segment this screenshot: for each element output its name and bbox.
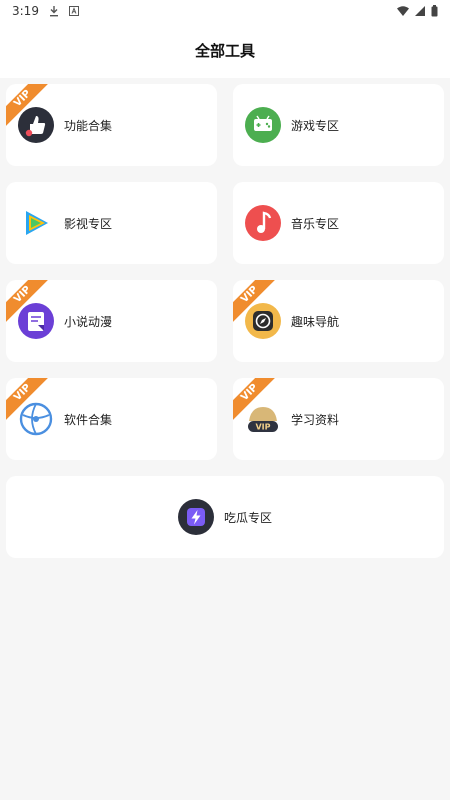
page-header: 全部工具 bbox=[0, 22, 450, 78]
tool-label: 功能合集 bbox=[64, 118, 113, 133]
vip-badge: VIP bbox=[6, 280, 52, 326]
tool-card-software[interactable]: VIP 软件合集 bbox=[6, 378, 217, 460]
download-icon bbox=[49, 6, 58, 17]
video-play-icon bbox=[26, 211, 48, 235]
tool-card-gossip[interactable]: 吃瓜专区 bbox=[6, 476, 444, 558]
page-title: 全部工具 bbox=[194, 41, 255, 60]
tool-label: 吃瓜专区 bbox=[223, 510, 272, 525]
lightning-icon bbox=[177, 499, 214, 535]
vip-badge: VIP bbox=[6, 378, 52, 424]
tool-card-games[interactable]: 游戏专区 bbox=[233, 84, 444, 166]
vip-badge: VIP bbox=[233, 378, 279, 424]
tools-grid: VIP 功能合集 游戏专区 影视专区 音乐专区 VIP 小说动漫 VIP 趣味导… bbox=[6, 84, 444, 558]
tool-label: 学习资料 bbox=[291, 412, 340, 427]
game-controller-icon bbox=[245, 107, 281, 143]
status-bar: 3:19 bbox=[0, 0, 450, 22]
tool-card-music[interactable]: 音乐专区 bbox=[233, 182, 444, 264]
tool-label: 游戏专区 bbox=[291, 118, 340, 133]
tool-label: 音乐专区 bbox=[291, 216, 340, 231]
signal-icon bbox=[415, 6, 425, 16]
vip-badge: VIP bbox=[233, 280, 279, 326]
tool-card-video[interactable]: 影视专区 bbox=[6, 182, 217, 264]
battery-icon bbox=[431, 5, 438, 17]
tool-card-features[interactable]: VIP 功能合集 bbox=[6, 84, 217, 166]
wifi-icon bbox=[397, 6, 409, 16]
tool-label: 小说动漫 bbox=[64, 314, 113, 329]
tool-label: 软件合集 bbox=[64, 412, 113, 427]
tool-card-navigation[interactable]: VIP 趣味导航 bbox=[233, 280, 444, 362]
tool-label: 趣味导航 bbox=[291, 314, 340, 329]
vip-badge: VIP bbox=[6, 84, 52, 130]
status-time: 3:19 bbox=[12, 4, 39, 18]
tool-label: 影视专区 bbox=[64, 216, 113, 231]
music-note-icon bbox=[245, 205, 281, 241]
tool-card-novels[interactable]: VIP 小说动漫 bbox=[6, 280, 217, 362]
notification-app-icon bbox=[68, 6, 79, 16]
tool-card-study[interactable]: VIP VIP 学习资料 bbox=[233, 378, 444, 460]
